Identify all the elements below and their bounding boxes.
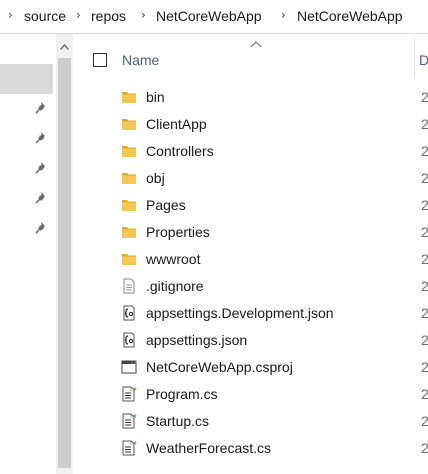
select-all-checkbox[interactable]: [93, 53, 107, 67]
pin-icon[interactable]: [34, 221, 48, 235]
pin-icon[interactable]: [34, 101, 48, 115]
chevron-right-icon[interactable]: ›: [8, 8, 13, 22]
folder-icon: [121, 89, 137, 105]
pin-icon[interactable]: [34, 161, 48, 175]
file-row[interactable]: wwwroot 2: [73, 246, 428, 273]
pin-icon[interactable]: [34, 131, 48, 145]
chevron-right-icon[interactable]: ›: [281, 8, 286, 22]
file-name: Properties: [146, 224, 210, 240]
pin-icon[interactable]: [34, 191, 48, 205]
scrollbar-thumb[interactable]: [58, 58, 71, 468]
file-name: NetCoreWebApp.csproj: [146, 359, 293, 375]
name-column-header[interactable]: Name: [122, 52, 159, 68]
folder-icon: [121, 224, 137, 240]
file-name: Program.cs: [146, 386, 218, 402]
breadcrumb-netcorewebapp-parent[interactable]: NetCoreWebApp: [156, 8, 262, 24]
breadcrumb-source[interactable]: source: [24, 8, 66, 24]
cs-file-icon: c#: [121, 413, 137, 429]
svg-text:c#: c#: [130, 414, 137, 420]
column-divider[interactable]: [414, 38, 415, 78]
file-row[interactable]: C# NetCoreWebApp.csproj 2: [73, 354, 428, 381]
nav-selected-item[interactable]: [0, 64, 53, 94]
text-file-icon: [121, 278, 137, 294]
file-date-modified: 2: [421, 116, 428, 132]
svg-text:C#: C#: [131, 360, 137, 365]
json-file-icon: [121, 332, 137, 348]
file-name: Startup.cs: [146, 413, 210, 429]
file-name: Controllers: [146, 143, 214, 159]
nav-scrollbar[interactable]: [56, 34, 73, 474]
file-date-modified: 2: [421, 89, 428, 105]
file-row[interactable]: c# WeatherForecast.cs 2: [73, 435, 428, 462]
file-row[interactable]: appsettings.Development.json 2: [73, 300, 428, 327]
file-name: .gitignore: [146, 278, 204, 294]
scroll-up-arrow-icon[interactable]: [56, 40, 73, 54]
file-date-modified: 2: [421, 440, 428, 456]
sort-ascending-icon: [250, 41, 262, 48]
address-bar[interactable]: › source › repos › NetCoreWebApp › NetCo…: [0, 0, 428, 34]
file-name: obj: [146, 170, 165, 186]
file-date-modified: 2: [421, 278, 428, 294]
json-file-icon: [121, 305, 137, 321]
file-row[interactable]: obj 2: [73, 165, 428, 192]
cs-file-icon: c#: [121, 386, 137, 402]
file-name: appsettings.Development.json: [146, 305, 334, 321]
folder-icon: [121, 251, 137, 267]
svg-text:c#: c#: [130, 387, 137, 393]
date-column-header[interactable]: D: [419, 52, 428, 68]
navigation-pane: [0, 34, 56, 474]
file-date-modified: 2: [421, 224, 428, 240]
file-name: appsettings.json: [146, 332, 248, 348]
column-header: Name D: [73, 34, 428, 84]
file-date-modified: 2: [421, 170, 428, 186]
file-date-modified: 2: [421, 251, 428, 267]
file-name: wwwroot: [146, 251, 201, 267]
file-date-modified: 2: [421, 413, 428, 429]
file-row[interactable]: appsettings.json 2: [73, 327, 428, 354]
folder-icon: [121, 116, 137, 132]
folder-icon: [121, 197, 137, 213]
file-date-modified: 2: [421, 386, 428, 402]
breadcrumb-repos[interactable]: repos: [91, 8, 126, 24]
chevron-right-icon[interactable]: ›: [76, 8, 81, 22]
file-name: bin: [146, 89, 165, 105]
file-row[interactable]: Properties 2: [73, 219, 428, 246]
file-name: Pages: [146, 197, 186, 213]
file-name: WeatherForecast.cs: [146, 440, 272, 456]
file-date-modified: 2: [421, 197, 428, 213]
file-row[interactable]: Pages 2: [73, 192, 428, 219]
breadcrumb-netcorewebapp-current[interactable]: NetCoreWebApp: [297, 8, 403, 24]
file-name: ClientApp: [146, 116, 207, 132]
file-row[interactable]: bin 2: [73, 84, 428, 111]
file-row[interactable]: c# Startup.cs 2: [73, 408, 428, 435]
folder-icon: [121, 143, 137, 159]
svg-text:c#: c#: [130, 441, 137, 447]
chevron-right-icon[interactable]: ›: [141, 8, 146, 22]
file-row[interactable]: .gitignore 2: [73, 273, 428, 300]
file-date-modified: 2: [421, 332, 428, 348]
folder-icon: [121, 170, 137, 186]
csproj-file-icon: C#: [121, 359, 138, 375]
file-date-modified: 2: [421, 305, 428, 321]
file-row[interactable]: ClientApp 2: [73, 111, 428, 138]
file-row[interactable]: c# Program.cs 2: [73, 381, 428, 408]
file-date-modified: 2: [421, 143, 428, 159]
file-date-modified: 2: [421, 359, 428, 375]
file-row[interactable]: Controllers 2: [73, 138, 428, 165]
cs-file-icon: c#: [121, 440, 137, 456]
